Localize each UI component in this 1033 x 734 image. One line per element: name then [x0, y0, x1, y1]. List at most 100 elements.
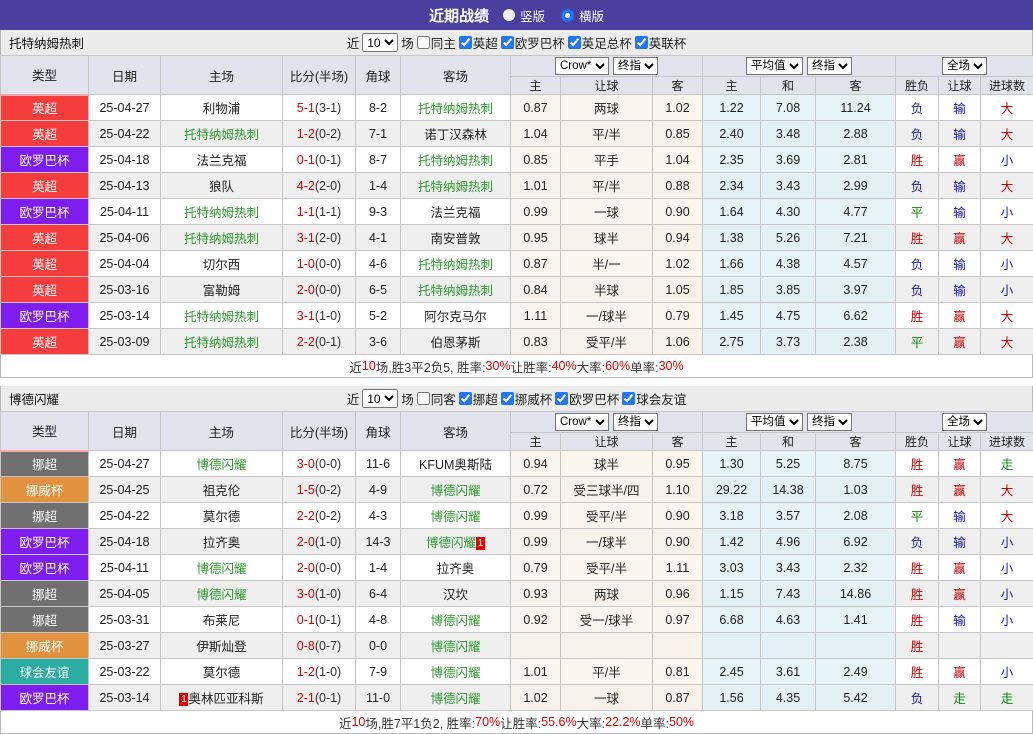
summary-line: 近10场,胜3平2负5, 胜率:30% 让胜率:40% 大率:60% 单率:30… [0, 355, 1033, 378]
layout-option-vertical[interactable]: 竖版 [503, 6, 545, 25]
col-header-avg-draw: 和 [761, 433, 816, 451]
league-filter-checkbox[interactable] [622, 392, 635, 405]
team-section: 博德闪耀 近10场同客挪超挪威杯欧罗巴杯球会友谊 类型 日期 主场 比分(半场)… [0, 386, 1033, 734]
away-team: 诺丁汉森林 [401, 121, 511, 147]
league-filter[interactable]: 英足总杯 [568, 33, 632, 52]
league-filter-checkbox[interactable] [459, 392, 472, 405]
radio-horizontal-icon[interactable] [561, 9, 574, 22]
avg-away: 2.99 [816, 173, 896, 199]
avg-draw: 4.35 [761, 685, 816, 711]
odds-line: 平/半 [561, 659, 653, 685]
layout-option-horizontal[interactable]: 横版 [561, 6, 604, 25]
league-filter[interactable]: 挪威杯 [501, 389, 553, 408]
bookmaker-select[interactable]: Crow* [555, 413, 609, 431]
match-score: 5-1(3-1) [283, 95, 356, 121]
away-team-name: 博德闪耀 [430, 614, 480, 628]
result-handicap: 输 [939, 251, 981, 277]
home-team: 博德闪耀 [161, 581, 283, 607]
avg-draw: 4.75 [761, 303, 816, 329]
away-team: 拉齐奥 [401, 555, 511, 581]
avg-stage-select[interactable]: 终指 [807, 57, 852, 75]
away-team-name: 托特纳姆热刺 [418, 284, 493, 298]
corner-score: 7-1 [356, 121, 401, 147]
col-header-result-wl: 胜负 [896, 77, 939, 95]
filter-controls: 近10场同主英超欧罗巴杯英足总杯英联杯 [347, 33, 687, 52]
odds-home: 1.01 [511, 173, 561, 199]
same-venue-filter[interactable]: 同客 [417, 389, 456, 408]
league-filter-checkbox[interactable] [501, 36, 514, 49]
col-header-odds-home: 主 [511, 433, 561, 451]
avg-home: 1.45 [703, 303, 761, 329]
same-venue-filter[interactable]: 同主 [417, 33, 456, 52]
fulltime-score: 0-8 [297, 639, 315, 653]
match-score: 1-5(0-2) [283, 477, 356, 503]
average-select[interactable]: 平均值 [746, 57, 803, 75]
league-filter-checkbox[interactable] [568, 36, 581, 49]
type-badge: 英超 [1, 225, 89, 251]
type-badge: 挪威杯 [1, 477, 89, 503]
result-handicap: 赢 [939, 329, 981, 355]
match-date: 25-03-16 [89, 277, 161, 303]
league-filter[interactable]: 挪超 [459, 389, 498, 408]
home-team-name: 布莱尼 [203, 614, 241, 628]
same-venue-checkbox[interactable] [417, 36, 430, 49]
average-select[interactable]: 平均值 [746, 413, 803, 431]
league-filter-checkbox[interactable] [555, 392, 568, 405]
match-score: 3-0(0-0) [283, 451, 356, 477]
league-filter-checkbox[interactable] [635, 36, 648, 49]
corner-score: 8-2 [356, 95, 401, 121]
same-venue-checkbox[interactable] [417, 392, 430, 405]
odds-line: 平手 [561, 147, 653, 173]
bookmaker-select[interactable]: Crow* [555, 57, 609, 75]
radio-horizontal-label: 横版 [579, 6, 604, 25]
type-badge: 英超 [1, 121, 89, 147]
avg-draw: 4.96 [761, 529, 816, 555]
away-team-name: 托特纳姆热刺 [418, 180, 493, 194]
odds-line: 平/半 [561, 173, 653, 199]
odds-home: 1.11 [511, 303, 561, 329]
recent-games-select[interactable]: 10 [362, 389, 398, 408]
league-filter-checkbox[interactable] [459, 36, 472, 49]
league-filter-checkbox[interactable] [501, 392, 514, 405]
scope-select[interactable]: 全场 [942, 57, 987, 75]
result-handicap: 输 [939, 607, 981, 633]
radio-vertical-icon[interactable] [503, 9, 515, 21]
away-team-name: 诺丁汉森林 [424, 128, 487, 142]
odds-home: 0.99 [511, 503, 561, 529]
avg-draw: 3.69 [761, 147, 816, 173]
summary-text: 让胜率: [511, 357, 552, 376]
avg-group-header: 平均值终指 [703, 56, 896, 77]
match-date: 25-04-25 [89, 477, 161, 503]
league-filter[interactable]: 球会友谊 [622, 389, 686, 408]
corner-score: 4-3 [356, 503, 401, 529]
odds-home [511, 633, 561, 659]
corner-score: 9-3 [356, 199, 401, 225]
result-outcome: 负 [896, 173, 939, 199]
odds-stage-select[interactable]: 终指 [613, 57, 658, 75]
results-table: 类型 日期 主场 比分(半场) 角球 客场 Crow*终指 平均值终指 全场 [0, 55, 1033, 355]
odds-line: 一球 [561, 685, 653, 711]
match-date: 25-04-06 [89, 225, 161, 251]
result-outcome: 负 [896, 277, 939, 303]
scope-select[interactable]: 全场 [942, 413, 987, 431]
league-filter[interactable]: 欧罗巴杯 [501, 33, 565, 52]
result-outcome: 负 [896, 529, 939, 555]
league-filter[interactable]: 英超 [459, 33, 498, 52]
fulltime-score: 3-1 [297, 231, 315, 245]
corner-score: 11-0 [356, 685, 401, 711]
league-filter[interactable]: 英联杯 [635, 33, 687, 52]
odds-stage-select[interactable]: 终指 [613, 413, 658, 431]
recent-games-select[interactable]: 10 [362, 33, 398, 52]
match-date: 25-03-27 [89, 633, 161, 659]
match-date: 25-04-11 [89, 555, 161, 581]
odds-away: 1.11 [653, 555, 703, 581]
away-team-name: 伯恩茅斯 [430, 336, 480, 350]
avg-draw: 3.48 [761, 121, 816, 147]
corner-score: 14-3 [356, 529, 401, 555]
league-filter[interactable]: 欧罗巴杯 [555, 389, 619, 408]
result-outcome: 胜 [896, 659, 939, 685]
match-date: 25-04-18 [89, 529, 161, 555]
halftime-score: (0-1) [315, 153, 341, 167]
result-handicap: 赢 [939, 303, 981, 329]
avg-stage-select[interactable]: 终指 [807, 413, 852, 431]
